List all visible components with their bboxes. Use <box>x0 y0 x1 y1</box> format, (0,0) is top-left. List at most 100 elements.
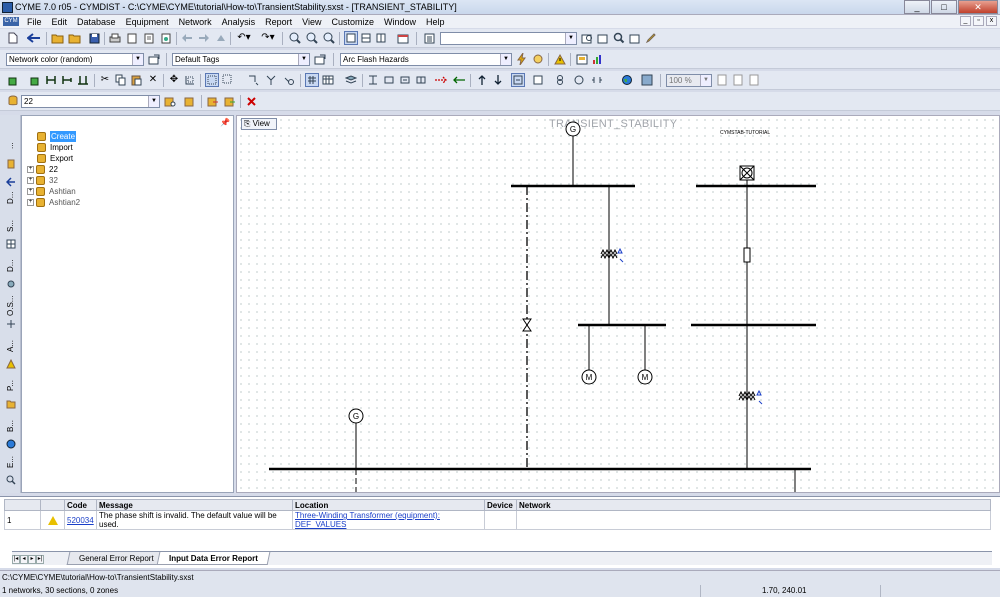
tree-item-ashtian[interactable]: + Ashtian <box>27 186 76 197</box>
chart-icon[interactable] <box>591 52 605 66</box>
trace-fork-icon[interactable] <box>264 73 278 87</box>
new-file-icon[interactable] <box>6 31 20 45</box>
back-arrow-icon[interactable] <box>27 31 41 45</box>
tab-p[interactable]: P... <box>2 375 19 413</box>
zoom-out-icon[interactable] <box>305 31 319 45</box>
study-close-icon[interactable] <box>244 94 258 108</box>
substation-icon[interactable] <box>531 73 545 87</box>
tree-item-32[interactable]: + 32 <box>27 175 58 186</box>
page-setup-icon[interactable] <box>142 31 156 45</box>
expand-icon[interactable]: + <box>27 166 34 173</box>
expand-icon[interactable]: + <box>27 177 34 184</box>
transformer-icon[interactable] <box>553 73 567 87</box>
view-mode-1-icon[interactable] <box>344 31 358 45</box>
delete-icon[interactable]: ✕ <box>146 73 160 87</box>
tie-switch[interactable] <box>522 318 532 332</box>
find-next-icon[interactable] <box>596 31 610 45</box>
trace-icon[interactable] <box>246 73 260 87</box>
menu-window[interactable]: Window <box>379 17 421 27</box>
tab-b[interactable]: B... <box>2 415 19 453</box>
print-icon[interactable] <box>108 31 122 45</box>
col-network[interactable]: Network <box>516 499 991 511</box>
study-save-icon[interactable] <box>183 94 197 108</box>
analysis-options-icon[interactable] <box>531 52 545 66</box>
transformer-1[interactable] <box>600 247 624 263</box>
tie-icon[interactable] <box>511 73 525 87</box>
expand-icon[interactable]: + <box>27 199 34 206</box>
menu-analysis[interactable]: Analysis <box>217 17 261 27</box>
error-code-link[interactable]: 520034 <box>67 516 94 525</box>
arrow-up-icon[interactable] <box>475 73 489 87</box>
open-database-icon[interactable] <box>67 31 81 45</box>
minimize-button[interactable]: _ <box>904 0 930 14</box>
chevron-down-icon[interactable]: ▼ <box>500 54 511 65</box>
menu-database[interactable]: Database <box>72 17 121 27</box>
zoom-page-icon[interactable] <box>715 73 729 87</box>
motor-1[interactable]: M <box>581 369 597 385</box>
select-area-icon[interactable] <box>221 73 235 87</box>
col-code[interactable]: Code <box>64 499 97 511</box>
paste-icon[interactable] <box>130 73 144 87</box>
chevron-down-icon[interactable]: ▼ <box>700 75 711 86</box>
mdi-minimize-button[interactable]: _ <box>960 16 971 26</box>
highlight-pen-icon[interactable] <box>644 31 658 45</box>
app-icon[interactable] <box>2 2 13 13</box>
globe-icon[interactable] <box>620 73 634 87</box>
tab-d-2[interactable]: D... <box>2 255 19 293</box>
menu-view[interactable]: View <box>297 17 326 27</box>
maximize-button[interactable]: □ <box>931 0 957 14</box>
chevron-down-icon[interactable]: ▼ <box>298 54 309 65</box>
zoom-extents-icon[interactable] <box>322 31 336 45</box>
zoom-width-icon[interactable] <box>731 73 745 87</box>
menu-help[interactable]: Help <box>421 17 450 27</box>
search-input[interactable]: ▼ <box>440 32 577 45</box>
open-folder-icon[interactable] <box>50 31 64 45</box>
arrow-left-icon[interactable] <box>452 73 466 87</box>
tree-item-export[interactable]: Export <box>37 153 73 164</box>
last-tab-icon[interactable]: ▸| <box>36 555 44 564</box>
prev-tab-icon[interactable]: ◂ <box>20 555 28 564</box>
move-icon[interactable]: ✥ <box>167 73 181 87</box>
equipment-icon-3[interactable] <box>398 73 412 87</box>
generator-bottom[interactable]: G <box>348 408 364 469</box>
motor-2[interactable]: M <box>637 369 653 385</box>
menu-file[interactable]: File <box>22 17 47 27</box>
layers-icon[interactable] <box>344 73 358 87</box>
tree-item-create[interactable]: Create <box>37 131 77 142</box>
zoom-in-icon[interactable] <box>288 31 302 45</box>
tab-os[interactable]: O.S... <box>2 295 19 333</box>
substation-source[interactable] <box>739 165 755 181</box>
table-icon[interactable] <box>321 73 335 87</box>
menu-network[interactable]: Network <box>174 17 217 27</box>
generator-top[interactable]: G <box>565 121 581 186</box>
close-button[interactable]: ✕ <box>958 0 998 14</box>
expand-icon[interactable]: + <box>27 188 34 195</box>
transformer-2[interactable] <box>738 389 763 405</box>
trace-settings-icon[interactable] <box>282 73 296 87</box>
col-message[interactable]: Message <box>96 499 293 511</box>
navigate-back-icon[interactable] <box>180 31 194 45</box>
copy-icon[interactable] <box>114 73 128 87</box>
add-section-icon[interactable] <box>28 73 42 87</box>
error-location-link[interactable]: Three-Winding Transformer (equipment): D… <box>295 511 440 529</box>
save-icon[interactable] <box>87 31 101 45</box>
equipment-icon-2[interactable] <box>382 73 396 87</box>
col-icon[interactable] <box>40 499 65 511</box>
arrow-right-icon[interactable] <box>434 73 448 87</box>
chevron-down-icon[interactable]: ▼ <box>132 54 143 65</box>
arrow-down-icon[interactable] <box>491 73 505 87</box>
menu-edit[interactable]: Edit <box>47 17 73 27</box>
tags-settings-icon[interactable] <box>313 52 327 66</box>
tab-e[interactable]: E... <box>2 451 19 489</box>
navigate-next-icon[interactable] <box>197 31 211 45</box>
view-mode-2-icon[interactable] <box>359 31 373 45</box>
study-import-icon[interactable] <box>206 94 220 108</box>
chevron-down-icon[interactable]: ▼ <box>565 33 576 44</box>
calendar-icon[interactable] <box>396 31 410 45</box>
zoom-fit-icon[interactable] <box>747 73 761 87</box>
study-select[interactable]: 22 ▼ <box>21 95 160 108</box>
study-db-icon[interactable] <box>6 94 20 108</box>
pin-icon[interactable]: 📌 <box>220 118 230 127</box>
next-tab-icon[interactable]: ▸ <box>28 555 36 564</box>
tab-s-1[interactable]: S... <box>2 215 19 253</box>
